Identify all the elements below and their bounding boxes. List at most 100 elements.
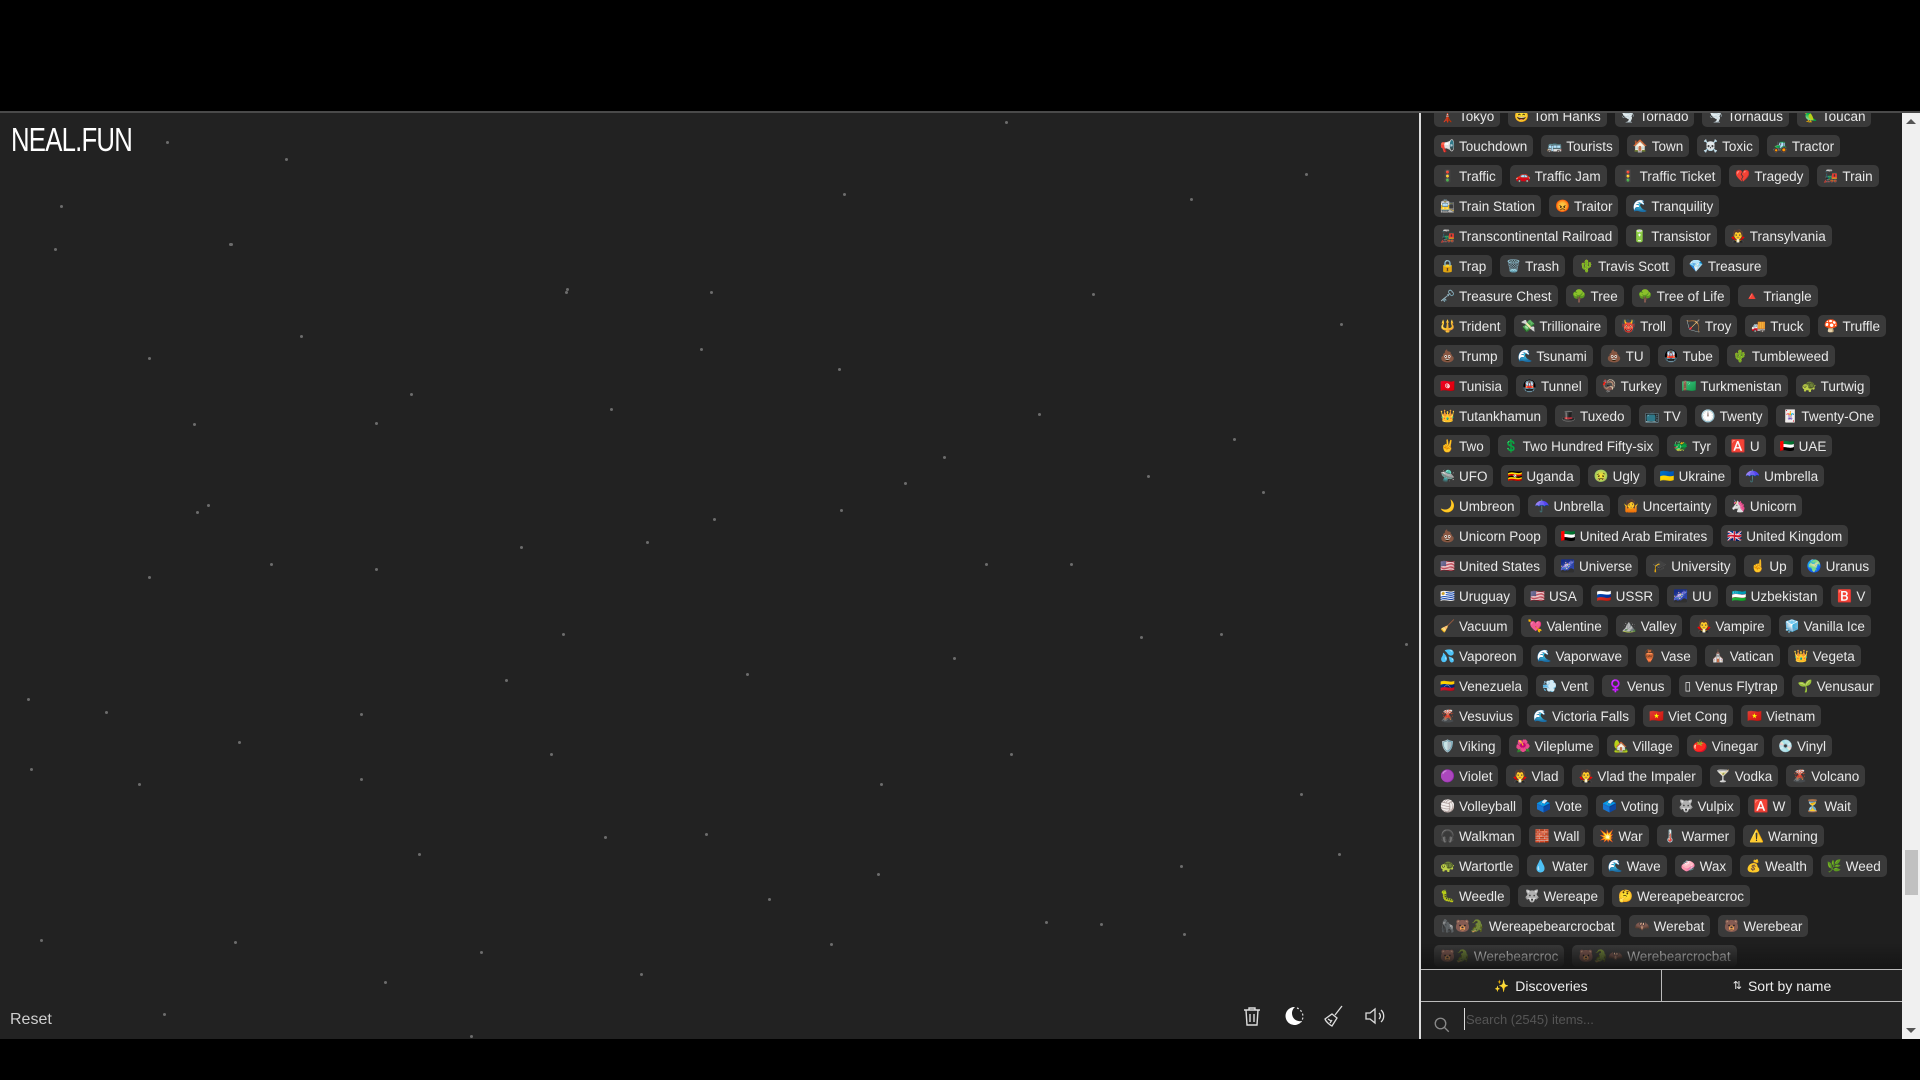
sound-button[interactable] <box>1363 1003 1387 1029</box>
item-chip[interactable]: 🎧 Walkman <box>1434 825 1521 847</box>
item-chip[interactable]: 💩 TU <box>1600 345 1650 367</box>
item-chip[interactable]: 😡 Traitor <box>1549 195 1619 217</box>
item-chip[interactable]: 🌪️ Tornadus <box>1702 113 1789 127</box>
item-chip[interactable]: 🏠 Town <box>1626 135 1690 157</box>
item-chip[interactable]: 🧼 Wax <box>1674 855 1733 877</box>
item-chip[interactable]: 🧛 Vlad the Impaler <box>1572 765 1702 787</box>
item-chip[interactable]: 🗝️ Treasure Chest <box>1434 285 1558 307</box>
item-chip[interactable]: 🌱 Venusaur <box>1791 675 1880 697</box>
item-chip[interactable]: 🌊 Tsunami <box>1511 345 1593 367</box>
item-chip[interactable]: 🇦🇪 United Arab Emirates <box>1554 525 1714 547</box>
item-chip[interactable]: 🐲 Tyr <box>1667 435 1717 457</box>
item-chip[interactable]: 📢 Touchdown <box>1434 135 1534 157</box>
item-chip[interactable]: 💩 Unicorn Poop <box>1434 525 1547 547</box>
item-chip[interactable]: 🟣 Violet <box>1434 765 1499 787</box>
item-chip[interactable]: 🛡️ Viking <box>1434 735 1502 757</box>
item-chip[interactable]: 🇻🇳 Viet Cong <box>1642 705 1733 727</box>
item-chip[interactable]: 🗳️ Vote <box>1530 795 1588 817</box>
item-chip[interactable]: ☂️ Umbrella <box>1739 465 1825 487</box>
item-chip[interactable]: 🌿 Weed <box>1820 855 1887 877</box>
item-chip[interactable]: 🇺🇸 USA <box>1523 585 1583 607</box>
item-chip[interactable]: 🇷🇺 USSR <box>1590 585 1660 607</box>
item-chip[interactable]: 🍅 Vinegar <box>1686 735 1764 757</box>
logo[interactable]: NEAL.FUN <box>11 121 133 159</box>
item-chip[interactable]: 💨 Vent <box>1536 675 1594 697</box>
item-chip[interactable]: 🇺🇦 Ukraine <box>1653 465 1732 487</box>
item-chip[interactable]: 🇬🇧 United Kingdom <box>1721 525 1849 547</box>
item-chip[interactable]: ▯ Venus Flytrap <box>1678 675 1784 697</box>
item-chip[interactable]: 🇹🇳 Tunisia <box>1434 375 1508 397</box>
clear-button[interactable] <box>1240 1003 1264 1029</box>
item-chip[interactable]: 🏡 Village <box>1607 735 1679 757</box>
item-chip[interactable]: 💸 Trillionaire <box>1514 315 1608 337</box>
item-chip[interactable]: 💦 Vaporeon <box>1434 645 1523 667</box>
item-chip[interactable]: 🌊 Vaporwave <box>1530 645 1628 667</box>
item-chip[interactable]: 🦄 Unicorn <box>1724 495 1803 517</box>
item-chip[interactable]: 💥 War <box>1593 825 1649 847</box>
item-chip[interactable]: 🧊 Vanilla Ice <box>1778 615 1871 637</box>
item-chip[interactable]: 🦍🐻🐊 Wereapebearcrocbat <box>1434 915 1621 937</box>
item-chip[interactable]: 💩 Trump <box>1434 345 1504 367</box>
item-chip[interactable]: 🏹 Troy <box>1679 315 1738 337</box>
item-chip[interactable]: 🧹 Vacuum <box>1434 615 1514 637</box>
item-chip[interactable]: 🎩 Tuxedo <box>1555 405 1631 427</box>
item-chip[interactable]: 💎 Treasure <box>1682 255 1768 277</box>
item-chip[interactable]: 🚚 Truck <box>1745 315 1810 337</box>
item-chip[interactable]: ☝️ Up <box>1744 555 1793 577</box>
item-chip[interactable]: 🌵 Tumbleweed <box>1726 345 1835 367</box>
item-chip[interactable]: 🚂 Train <box>1817 165 1879 187</box>
item-chip[interactable]: 🌳 Tree <box>1565 285 1624 307</box>
item-chip[interactable]: ⛰️ Valley <box>1615 615 1683 637</box>
sidebar-scrollbar[interactable] <box>1902 113 1920 1039</box>
item-chip[interactable]: 🚦 Traffic <box>1434 165 1502 187</box>
item-chip[interactable]: ⏳ Wait <box>1799 795 1857 817</box>
item-chip[interactable]: 🚂 Transcontinental Railroad <box>1434 225 1619 247</box>
item-chip[interactable]: 🇦🇪 UAE <box>1773 435 1833 457</box>
item-chip[interactable]: ✌️ Two <box>1434 435 1490 457</box>
item-chip[interactable]: 🇻🇳 Vietnam <box>1740 705 1822 727</box>
item-chip[interactable]: 💿 Vinyl <box>1771 735 1832 757</box>
item-chip[interactable]: 🇺🇸 United States <box>1434 555 1546 577</box>
item-chip[interactable]: 🦃 Turkey <box>1595 375 1668 397</box>
item-chip[interactable]: 📺 TV <box>1638 405 1687 427</box>
item-chip[interactable]: 🌪️ Tornado <box>1614 113 1695 127</box>
item-chip[interactable]: ☂️ Unbrella <box>1528 495 1610 517</box>
item-chip[interactable]: 🧛 Vampire <box>1690 615 1771 637</box>
item-chip[interactable]: 🐢 Turtwig <box>1795 375 1871 397</box>
item-chip[interactable]: 🐺 Wereape <box>1518 885 1604 907</box>
item-chip[interactable]: 🚇 Tube <box>1657 345 1719 367</box>
item-chip[interactable]: 🅰️ W <box>1747 795 1792 817</box>
discoveries-button[interactable]: ✨ Discoveries <box>1421 970 1661 1001</box>
item-chip[interactable]: 🚌 Tourists <box>1541 135 1619 157</box>
item-chip[interactable]: 💧 Water <box>1527 855 1594 877</box>
item-chip[interactable]: 🚦 Traffic Ticket <box>1614 165 1722 187</box>
search-input[interactable] <box>1464 1008 1888 1030</box>
item-chip[interactable]: 🌊 Wave <box>1601 855 1667 877</box>
sort-button[interactable]: ⇅ Sort by name <box>1661 970 1902 1001</box>
item-chip[interactable]: 🇹🇲 Turkmenistan <box>1675 375 1788 397</box>
item-chip[interactable]: 🚉 Train Station <box>1434 195 1541 217</box>
scroll-up-arrow-icon[interactable] <box>1906 119 1916 124</box>
item-chip[interactable]: 🌳 Tree of Life <box>1631 285 1731 307</box>
item-chip[interactable]: 🅱️ V <box>1831 585 1872 607</box>
item-chip[interactable]: 🧛 Transylvania <box>1724 225 1832 247</box>
item-chip[interactable]: 🔺 Triangle <box>1738 285 1818 307</box>
item-chip[interactable]: 🗼 Tokyo <box>1434 113 1501 127</box>
item-chip[interactable]: 🍸 Vodka <box>1709 765 1779 787</box>
item-chip[interactable]: ⛪ Vatican <box>1704 645 1780 667</box>
item-chip[interactable]: 🐢 Wartortle <box>1434 855 1520 877</box>
clean-up-button[interactable] <box>1322 1003 1346 1029</box>
scrollbar-thumb[interactable] <box>1905 850 1918 895</box>
item-chip[interactable]: 🌺 Vileplume <box>1509 735 1600 757</box>
item-chip[interactable]: 🔒 Trap <box>1434 255 1493 277</box>
item-chip[interactable]: 💘 Valentine <box>1521 615 1608 637</box>
item-chip[interactable]: 🧛 Vlad <box>1506 765 1565 787</box>
item-chip[interactable]: 🏐 Volleyball <box>1434 795 1522 817</box>
item-chip[interactable]: 🇻🇪 Venezuela <box>1434 675 1529 697</box>
item-chip[interactable]: 🛸 UFO <box>1434 465 1494 487</box>
scroll-down-arrow-icon[interactable] <box>1906 1028 1916 1033</box>
item-chip[interactable]: 👹 Troll <box>1615 315 1672 337</box>
item-chip[interactable]: 🤢 Ugly <box>1587 465 1646 487</box>
item-chip[interactable]: 🇺🇬 Uganda <box>1501 465 1580 487</box>
item-chip[interactable]: 🗳️ Voting <box>1595 795 1665 817</box>
